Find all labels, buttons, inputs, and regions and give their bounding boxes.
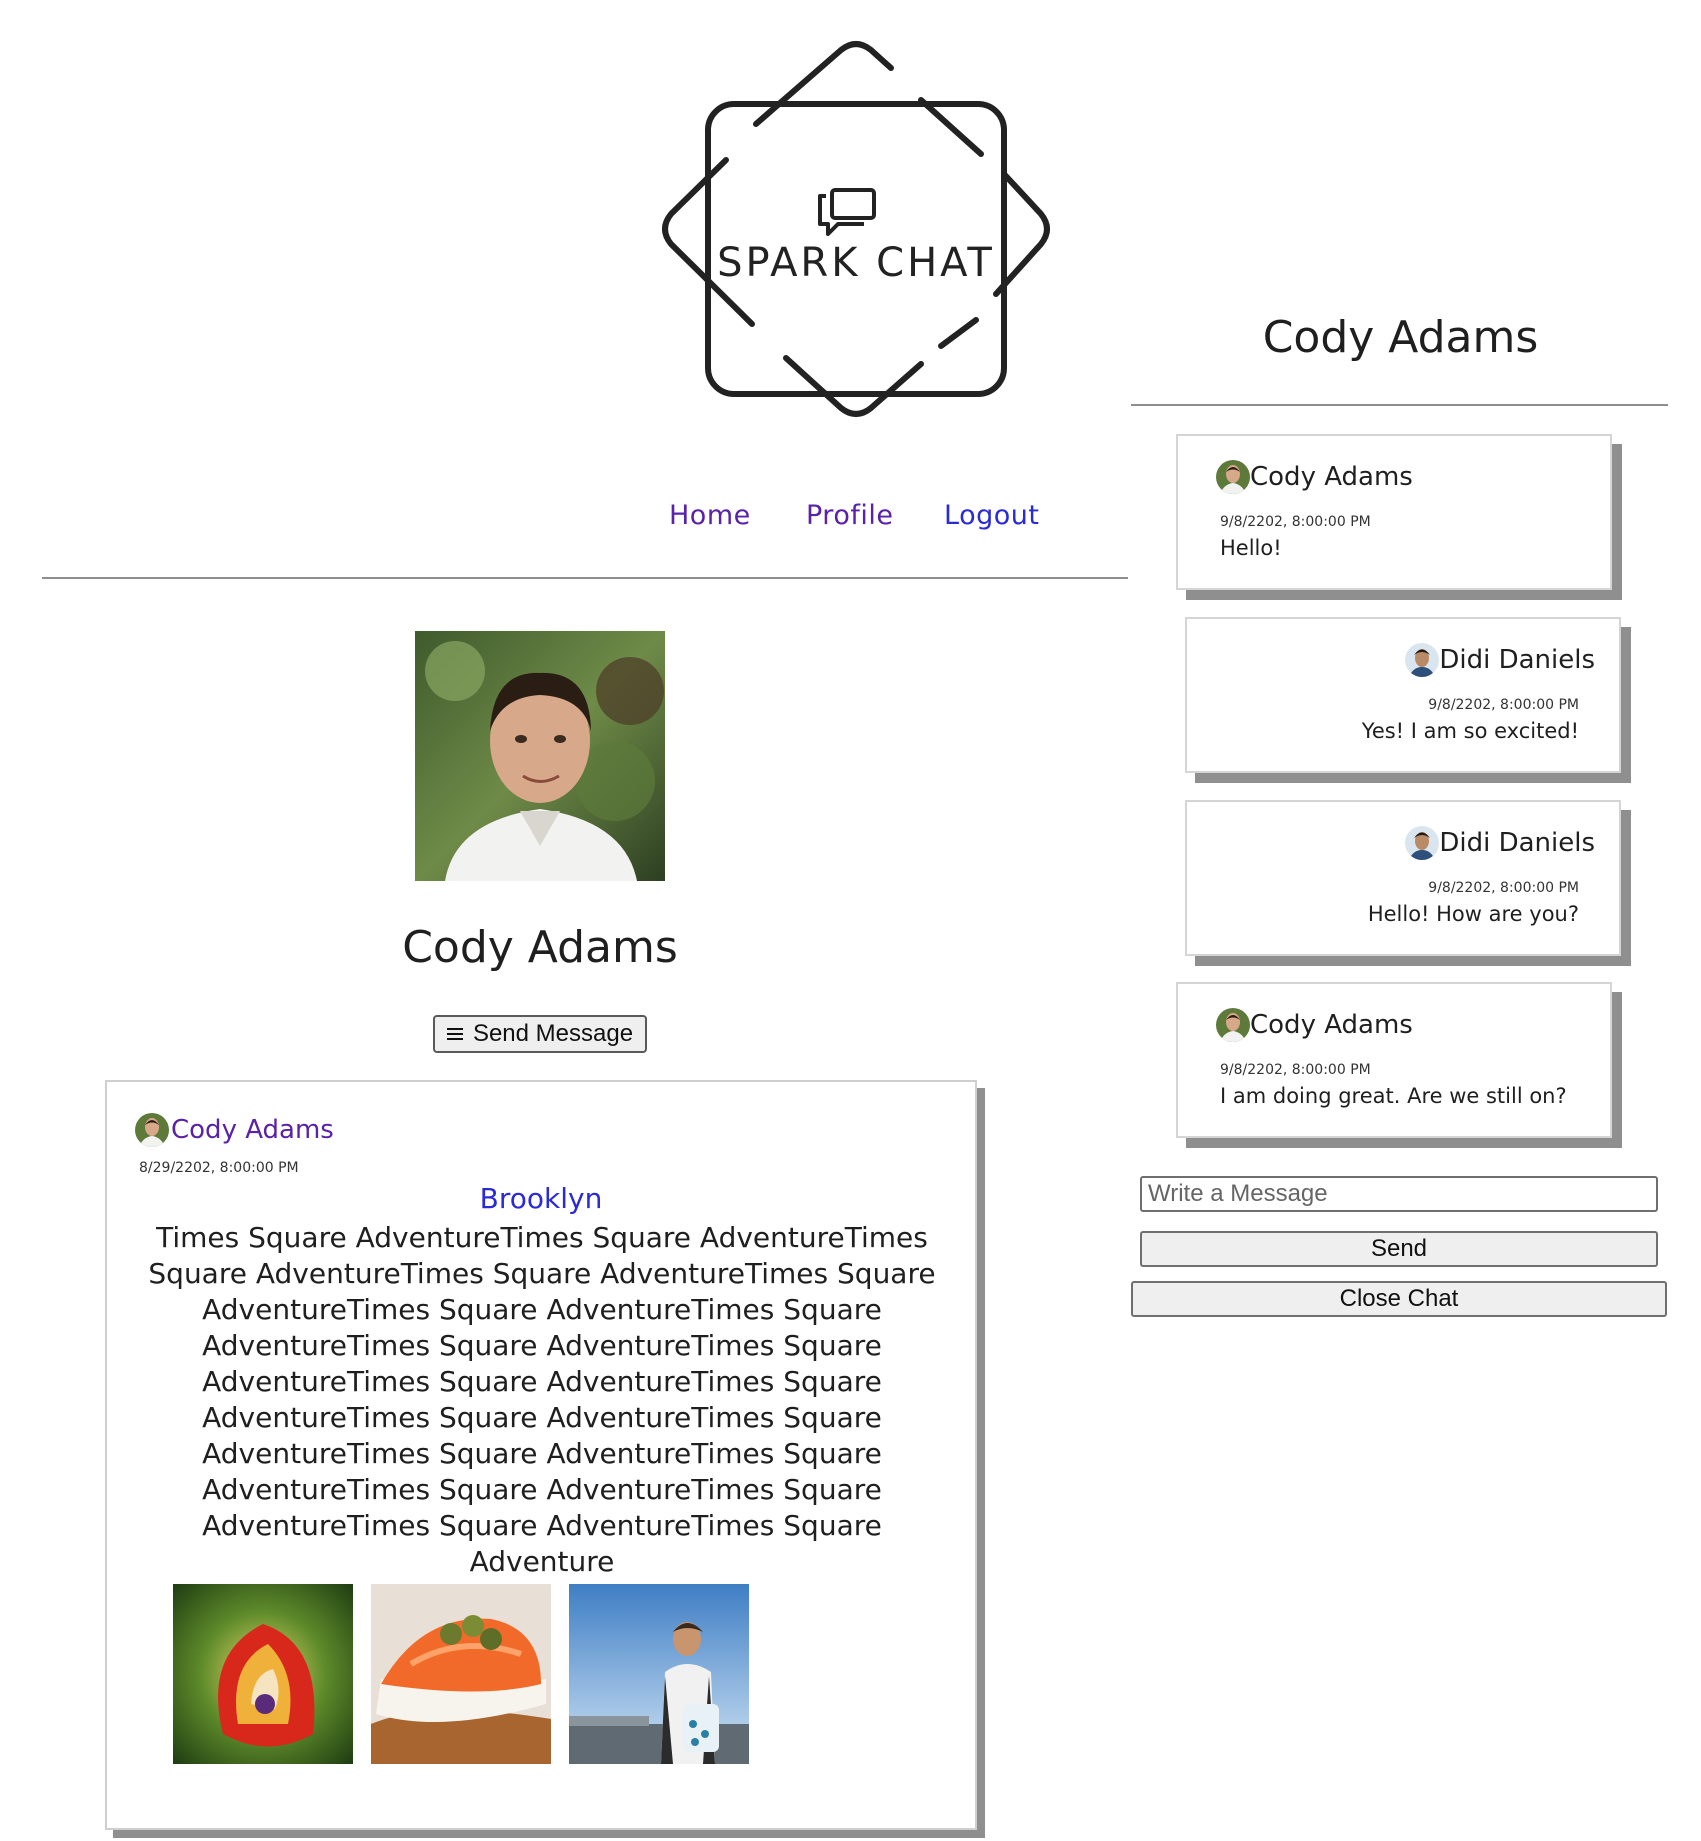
chat-divider [1131, 404, 1668, 406]
message-date: 9/8/2202, 8:00:00 PM [1428, 697, 1579, 713]
chat-bubble-icon [818, 188, 876, 236]
post-body-line: AdventureTimes Square AdventureTimes Squ… [202, 1473, 882, 1506]
post-body-line: AdventureTimes Square AdventureTimes Squ… [202, 1329, 882, 1362]
message-avatar [1405, 826, 1440, 860]
post-author-avatar [135, 1113, 169, 1147]
profile-photo [415, 631, 665, 881]
person-at-harbor-photo[interactable] [569, 1584, 749, 1764]
message-header: Cody Adams [1216, 1008, 1413, 1042]
nav-logout-link[interactable]: Logout [944, 500, 1039, 531]
post-body: Times Square AdventureTimes Square Adven… [147, 1220, 937, 1580]
chat-panel: Cody Adams Cody Adams 9/8/2202, 8:00:00 … [1128, 0, 1701, 1841]
chat-message: Didi Daniels 9/8/2202, 8:00:00 PM Yes! I… [1185, 617, 1621, 773]
flower-photo[interactable] [173, 1584, 353, 1764]
profile-name: Cody Adams [402, 922, 678, 973]
message-header: Didi Daniels [1405, 643, 1595, 677]
logo-graphic: SPARK CHAT [662, 41, 1050, 417]
send-message-label: Send Message [472, 1020, 634, 1047]
chat-message: Cody Adams 9/8/2202, 8:00:00 PM I am doi… [1176, 982, 1612, 1138]
post-location-link[interactable]: Brooklyn [107, 1182, 975, 1215]
nav-home-link[interactable]: Home [669, 500, 751, 531]
post-card: Cody Adams 8/29/2202, 8:00:00 PM Brookly… [105, 1080, 977, 1830]
message-date: 9/8/2202, 8:00:00 PM [1220, 1062, 1371, 1078]
post-date: 8/29/2202, 8:00:00 PM [139, 1160, 299, 1176]
post-image-gallery [173, 1584, 749, 1764]
message-text: I am doing great. Are we still on? [1220, 1084, 1567, 1108]
chat-message: Didi Daniels 9/8/2202, 8:00:00 PM Hello!… [1185, 800, 1621, 956]
message-date: 9/8/2202, 8:00:00 PM [1220, 514, 1371, 530]
post-author-link[interactable]: Cody Adams [171, 1115, 334, 1145]
message-author: Didi Daniels [1439, 828, 1595, 858]
message-author: Cody Adams [1250, 1010, 1413, 1040]
chat-message-input[interactable] [1140, 1176, 1658, 1212]
message-header: Cody Adams [1216, 460, 1413, 494]
salmon-toast-photo[interactable] [371, 1584, 551, 1764]
chat-title: Cody Adams [1262, 312, 1539, 363]
message-avatar [1216, 1008, 1250, 1042]
nav-profile-link[interactable]: Profile [806, 500, 893, 531]
menu-icon [446, 1025, 463, 1043]
message-author: Cody Adams [1250, 462, 1413, 492]
message-text: Hello! [1220, 536, 1282, 560]
spark-chat-logo: SPARK CHAT [636, 24, 1076, 464]
header-divider [42, 577, 1128, 579]
post-body-line: AdventureTimes Square AdventureTimes Squ… [202, 1293, 882, 1326]
message-date: 9/8/2202, 8:00:00 PM [1428, 880, 1579, 896]
message-avatar [1216, 460, 1250, 494]
post-body-line: AdventureTimes Square AdventureTimes Squ… [202, 1437, 882, 1470]
post-body-line: AdventureTimes Square AdventureTimes Squ… [202, 1509, 882, 1578]
chat-message: Cody Adams 9/8/2202, 8:00:00 PM Hello! [1176, 434, 1612, 590]
message-header: Didi Daniels [1405, 826, 1595, 860]
message-author: Didi Daniels [1439, 645, 1595, 675]
main-nav: Home Profile Logout [0, 500, 1128, 540]
logo-text: SPARK CHAT [717, 240, 995, 286]
send-button[interactable]: Send [1140, 1231, 1658, 1267]
send-message-button[interactable]: Send Message [433, 1015, 647, 1053]
main-column: SPARK CHAT Home Profile Logout Cody Adam… [0, 0, 1128, 1841]
post-header: Cody Adams [135, 1110, 334, 1150]
post-body-line: Times Square AdventureTimes Square Adven… [156, 1221, 928, 1254]
close-chat-button[interactable]: Close Chat [1131, 1281, 1667, 1317]
message-text: Hello! How are you? [1367, 902, 1579, 926]
post-body-line: Square AdventureTimes Square AdventureTi… [148, 1257, 936, 1290]
message-text: Yes! I am so excited! [1361, 719, 1579, 743]
post-body-line: AdventureTimes Square AdventureTimes Squ… [202, 1365, 882, 1398]
post-body-line: AdventureTimes Square AdventureTimes Squ… [202, 1401, 882, 1434]
message-avatar [1405, 643, 1440, 677]
